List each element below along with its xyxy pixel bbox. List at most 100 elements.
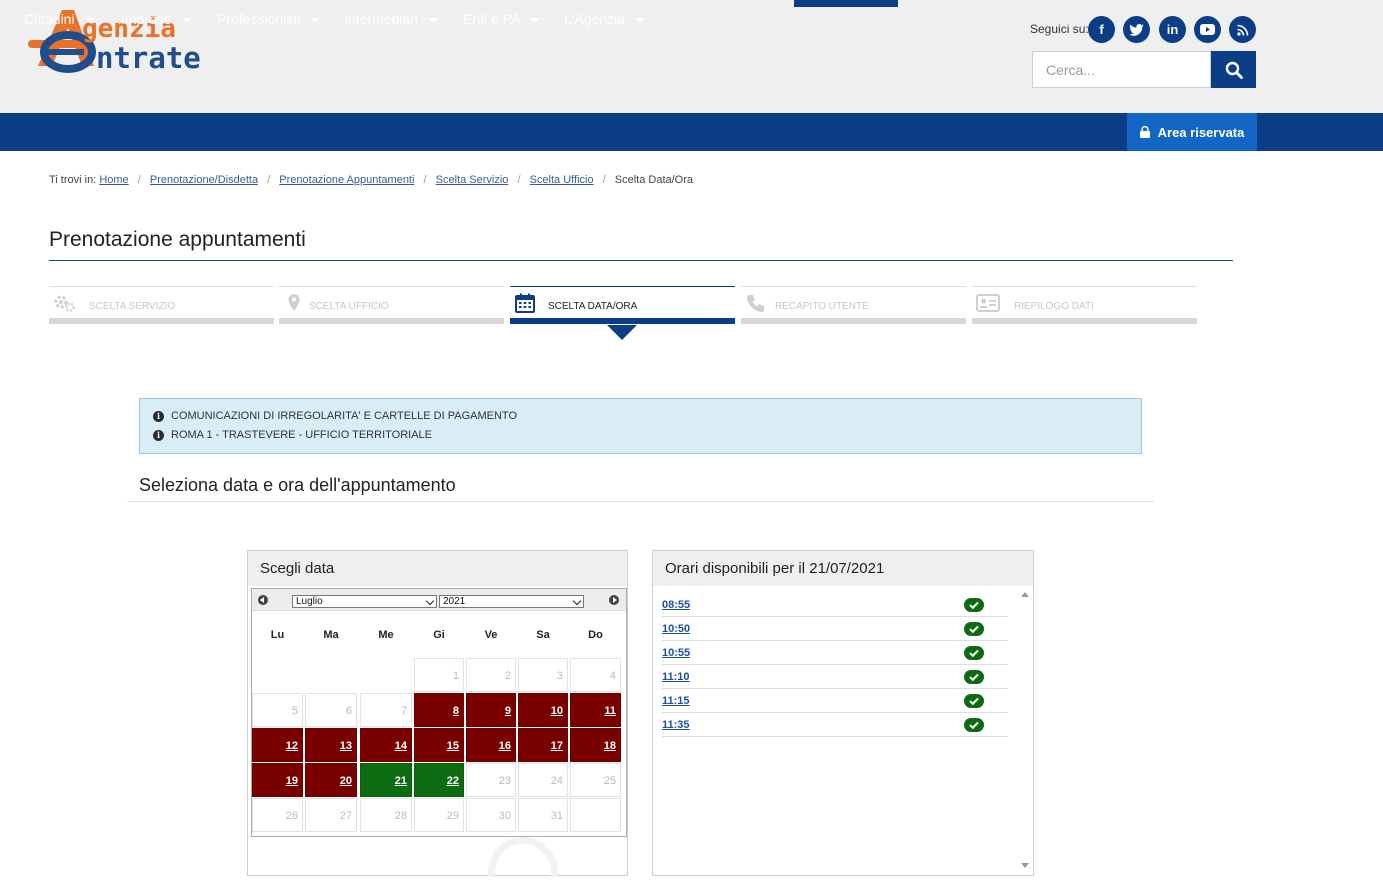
time-slot-link[interactable]: 08:55 bbox=[662, 599, 690, 611]
area-riservata-label: Area riservata bbox=[1157, 124, 1245, 140]
calendar-day-13[interactable]: 13 bbox=[305, 728, 357, 762]
prev-month-icon[interactable] bbox=[258, 595, 268, 605]
times-panel: Orari disponibili per il 21/07/2021 08:5… bbox=[652, 550, 1034, 876]
info-office-text: ROMA 1 - TRASTEVERE - UFFICIO TERRITORIA… bbox=[171, 429, 432, 441]
linkedin-icon[interactable]: in bbox=[1159, 16, 1186, 43]
calendar-day-27: 27 bbox=[305, 798, 357, 832]
active-step-arrow bbox=[607, 325, 637, 340]
calendar-day-23: 23 bbox=[466, 763, 516, 797]
calendar-day-29: 29 bbox=[414, 798, 464, 832]
nav-item-cittadini[interactable]: Cittadini bbox=[24, 0, 95, 38]
breadcrumb-separator: / bbox=[137, 174, 141, 186]
nav-item-imprese[interactable]: Imprese bbox=[121, 0, 192, 38]
time-slot-link[interactable]: 11:15 bbox=[662, 695, 690, 707]
time-slot-link[interactable]: 11:10 bbox=[662, 671, 690, 683]
calendar-day-3: 3 bbox=[518, 658, 568, 692]
selection-info-box: i COMUNICAZIONI DI IRREGOLARITA' E CARTE… bbox=[139, 398, 1142, 454]
chevron-down-icon bbox=[635, 17, 646, 23]
time-slot-row: 10:55 bbox=[662, 641, 1008, 665]
chevron-down-icon bbox=[84, 17, 95, 23]
twitter-icon[interactable] bbox=[1123, 16, 1150, 43]
calendar-icon bbox=[514, 293, 536, 313]
search-input[interactable] bbox=[1032, 51, 1211, 88]
check-icon bbox=[964, 718, 984, 732]
calendar-day-17[interactable]: 17 bbox=[518, 728, 568, 762]
calendar-day-15[interactable]: 15 bbox=[414, 728, 464, 762]
calendar-day-14[interactable]: 14 bbox=[360, 728, 412, 762]
breadcrumb: Ti trovi in: Home / Prenotazione/Disdett… bbox=[49, 174, 693, 186]
step-bar bbox=[49, 318, 274, 324]
youtube-icon[interactable] bbox=[1194, 16, 1221, 43]
nav-item-professionisti[interactable]: Professionisti bbox=[217, 0, 321, 38]
nav-item-agenzia[interactable]: L'Agenzia bbox=[564, 0, 646, 38]
weekday-header: Do bbox=[588, 629, 603, 641]
nav-item-enti-pa[interactable]: Enti e PA bbox=[463, 0, 541, 38]
calendar-day-11[interactable]: 11 bbox=[570, 693, 621, 727]
breadcrumb-separator: / bbox=[517, 174, 521, 186]
scroll-up-arrow-icon[interactable] bbox=[1021, 592, 1029, 597]
chevron-down-icon bbox=[427, 17, 438, 23]
info-circle-icon: i bbox=[153, 410, 164, 422]
step-label: RIEPILOGO DATI bbox=[1014, 301, 1094, 312]
info-service-text: COMUNICAZIONI DI IRREGOLARITA' E CARTELL… bbox=[171, 410, 518, 422]
chevron-down-icon bbox=[530, 17, 541, 23]
nav-item-intermediari[interactable]: Intermediari bbox=[344, 0, 438, 38]
check-icon bbox=[964, 598, 984, 612]
calendar-day-24: 24 bbox=[518, 763, 568, 797]
times-panel-title: Orari disponibili per il 21/07/2021 bbox=[653, 551, 1033, 586]
calendar-day-22[interactable]: 22 bbox=[414, 763, 464, 797]
step-scelta-data-ora: SCELTA DATA/ORA bbox=[510, 286, 735, 324]
calendar-day-4: 4 bbox=[570, 658, 621, 692]
step-label: SCELTA UFFICIO bbox=[309, 301, 389, 312]
calendar-day-21[interactable]: 21 bbox=[360, 763, 412, 797]
id-card-icon bbox=[976, 293, 1000, 313]
time-slot-row: 11:15 bbox=[662, 689, 1008, 713]
date-panel-title: Scegli data bbox=[248, 551, 627, 586]
breadcrumb-link-prenotazione-disdetta[interactable]: Prenotazione/Disdetta bbox=[150, 174, 258, 186]
calendar-day-8[interactable]: 8 bbox=[414, 693, 464, 727]
calendar-day-1: 1 bbox=[414, 658, 464, 692]
time-slot-link[interactable]: 11:35 bbox=[662, 719, 690, 731]
time-slot-row: 11:35 bbox=[662, 713, 1008, 737]
rss-icon[interactable] bbox=[1229, 16, 1256, 43]
date-panel: Scegli data Luglio 2021 Lu Ma Me Gi Ve Sa Do 1 2… bbox=[247, 550, 628, 877]
title-divider bbox=[49, 260, 1233, 261]
search-bar bbox=[1032, 51, 1256, 88]
breadcrumb-link-prenotazione-appuntamenti[interactable]: Prenotazione Appuntamenti bbox=[279, 174, 414, 186]
step-bar bbox=[279, 318, 504, 324]
breadcrumb-link-scelta-ufficio[interactable]: Scelta Ufficio bbox=[530, 174, 594, 186]
breadcrumb-separator: / bbox=[423, 174, 427, 186]
calendar-day-12[interactable]: 12 bbox=[252, 728, 303, 762]
time-slot-row: 10:50 bbox=[662, 617, 1008, 641]
calendar-day-10[interactable]: 10 bbox=[518, 693, 568, 727]
weekday-header: Sa bbox=[536, 629, 550, 641]
time-slot-row: 08:55 bbox=[662, 593, 1008, 617]
breadcrumb-link-scelta-servizio[interactable]: Scelta Servizio bbox=[436, 174, 509, 186]
calendar-day-16[interactable]: 16 bbox=[466, 728, 516, 762]
calendar-header: Luglio 2021 bbox=[252, 589, 626, 611]
lock-icon bbox=[1139, 126, 1150, 138]
year-select[interactable]: 2021 bbox=[439, 595, 584, 608]
time-slot-link[interactable]: 10:55 bbox=[662, 647, 690, 659]
calendar-day-6: 6 bbox=[305, 693, 357, 727]
calendar-day-9[interactable]: 9 bbox=[466, 693, 516, 727]
weekday-header: Me bbox=[378, 629, 394, 641]
month-select[interactable]: Luglio bbox=[292, 595, 437, 608]
info-circle-icon: i bbox=[153, 429, 164, 441]
facebook-icon[interactable]: f bbox=[1088, 16, 1115, 43]
weekday-header: Lu bbox=[270, 629, 285, 641]
calendar-day-20[interactable]: 20 bbox=[305, 763, 357, 797]
check-icon bbox=[964, 694, 984, 708]
calendar-day-19[interactable]: 19 bbox=[252, 763, 303, 797]
scroll-down-arrow-icon[interactable] bbox=[1021, 863, 1029, 868]
calendar-day-18[interactable]: 18 bbox=[570, 728, 621, 762]
time-slot-link[interactable]: 10:50 bbox=[662, 623, 690, 635]
weekday-header: Ma bbox=[323, 629, 339, 641]
calendar-day-26: 26 bbox=[252, 798, 303, 832]
breadcrumb-link-home[interactable]: Home bbox=[99, 174, 128, 186]
search-button[interactable] bbox=[1211, 51, 1256, 88]
area-riservata-button[interactable]: Area riservata bbox=[1127, 113, 1257, 151]
step-label: RECAPITO UTENTE bbox=[775, 301, 869, 312]
next-month-icon[interactable] bbox=[609, 595, 619, 605]
step-bar bbox=[741, 318, 966, 324]
